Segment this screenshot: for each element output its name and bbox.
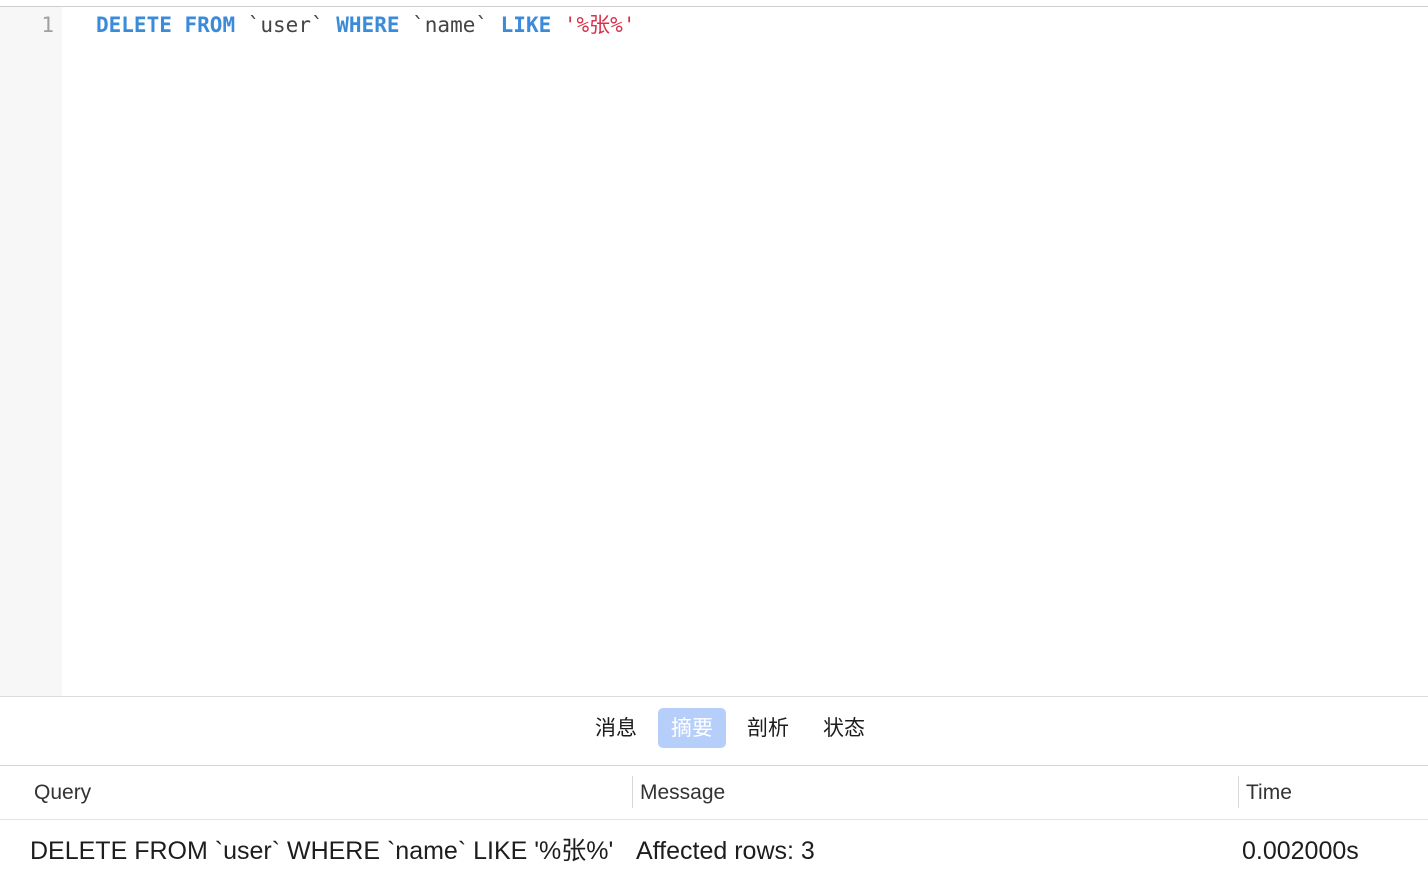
code-line[interactable]: DELETE FROM `user` WHERE `name` LIKE '%张… (96, 11, 635, 39)
column-identifier: `name` (412, 13, 488, 37)
tab-summary[interactable]: 摘要 (658, 708, 726, 748)
line-number: 1 (41, 13, 54, 37)
string-literal: '%张%' (563, 13, 636, 37)
column-header-message[interactable]: Message (640, 766, 725, 819)
keyword-like: LIKE (500, 13, 552, 37)
table-identifier: `user` (247, 13, 324, 37)
top-border (0, 0, 1428, 7)
table-row[interactable]: DELETE FROM `user` WHERE `name` LIKE '%张… (0, 820, 1428, 876)
result-tabs-bar: 消息 摘要 剖析 状态 (0, 697, 1428, 766)
column-header-time[interactable]: Time (1246, 766, 1292, 819)
table-header-row: Query Message Time (0, 766, 1428, 820)
result-tabs: 消息 摘要 剖析 状态 (582, 708, 878, 748)
results-table: Query Message Time DELETE FROM `user` WH… (0, 766, 1428, 876)
column-header-query[interactable]: Query (34, 766, 91, 819)
column-divider[interactable] (632, 776, 633, 808)
tab-profile[interactable]: 剖析 (734, 708, 802, 748)
cell-message[interactable]: Affected rows: 3 (636, 820, 1226, 876)
sql-editor[interactable]: 1 DELETE FROM `user` WHERE `name` LIKE '… (0, 7, 1428, 697)
cell-time[interactable]: 0.002000s (1242, 820, 1418, 876)
keyword-delete: DELETE (96, 13, 172, 37)
column-divider[interactable] (1238, 776, 1239, 808)
query-window: 1 DELETE FROM `user` WHERE `name` LIKE '… (0, 0, 1428, 876)
line-number-gutter: 1 (0, 7, 62, 696)
keyword-where: WHERE (336, 13, 400, 37)
tab-status[interactable]: 状态 (810, 708, 878, 748)
cell-query[interactable]: DELETE FROM `user` WHERE `name` LIKE '%张… (30, 820, 622, 876)
keyword-from: FROM (184, 13, 236, 37)
tab-messages[interactable]: 消息 (582, 708, 650, 748)
